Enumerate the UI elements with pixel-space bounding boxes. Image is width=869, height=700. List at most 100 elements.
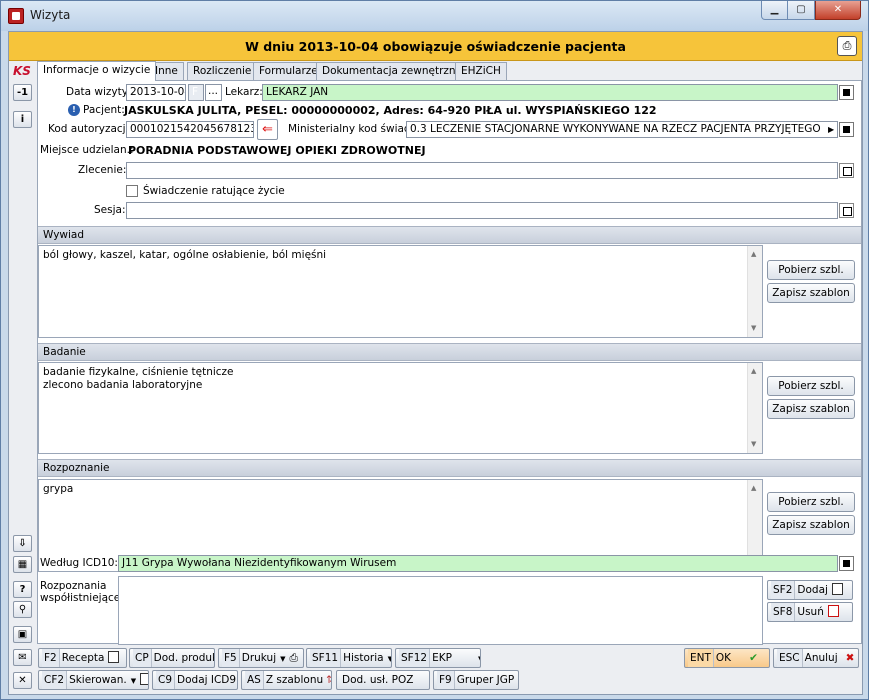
close-window-button[interactable]: ✕ bbox=[815, 1, 861, 20]
tab-settlement[interactable]: Rozliczenie bbox=[187, 62, 258, 80]
doctor-select-button[interactable] bbox=[839, 85, 854, 100]
printer-icon: ⎙ bbox=[289, 652, 298, 664]
info-button[interactable]: i bbox=[13, 111, 32, 128]
ok-button[interactable]: ENT OK ✔ bbox=[684, 648, 770, 668]
cancel-x-icon: ✖ bbox=[845, 652, 855, 664]
patient-value: JASKULSKA JULITA, PESEL: 00000000002, Ad… bbox=[124, 104, 657, 117]
minimize-button[interactable]: ▁ bbox=[761, 1, 788, 20]
doctor-input[interactable]: LEKARZ JAN bbox=[262, 84, 838, 101]
referral-label: Skierowan. bbox=[69, 674, 127, 686]
print-dropdown-button[interactable]: F5 Drukuj ▼ ⎙ bbox=[218, 648, 304, 668]
interview-text: ból głowy, kaszel, katar, ogólne osłabie… bbox=[43, 249, 327, 261]
maximize-button[interactable]: ▢ bbox=[787, 1, 815, 20]
auth-code-label: Kod autoryzacji: bbox=[48, 123, 133, 135]
ekp-label: EKP bbox=[432, 652, 452, 664]
interview-textarea[interactable]: ból głowy, kaszel, katar, ogólne osłabie… bbox=[38, 245, 763, 338]
auth-code-input[interactable]: 00010215420456781234 bbox=[126, 121, 254, 138]
codiag-label-2: współistniejące: bbox=[40, 592, 124, 604]
prescription-icon bbox=[108, 651, 120, 663]
codiag-list[interactable] bbox=[118, 576, 763, 645]
from-template-key: AS bbox=[245, 671, 264, 689]
sort-icon: ⇅ bbox=[326, 674, 331, 686]
diagnosis-save-template-button[interactable]: Zapisz szablon bbox=[767, 515, 855, 535]
app-icon bbox=[8, 8, 24, 24]
interview-scrollbar[interactable] bbox=[747, 246, 762, 337]
doctor-label: Lekarz: bbox=[225, 86, 263, 98]
date-picker-button[interactable]: F bbox=[188, 84, 204, 101]
visit-date-input[interactable]: 2013-10-04 bbox=[126, 84, 186, 101]
referral-dropdown-button[interactable]: CF2 Skierowan. ▼ bbox=[38, 670, 149, 690]
add-icd9-button[interactable]: C9 Dodaj ICD9 bbox=[152, 670, 238, 690]
patient-label: Pacjent: bbox=[83, 104, 125, 116]
mail-icon[interactable]: ✉ bbox=[13, 649, 32, 666]
interview-save-template-button[interactable]: Zapisz szablon bbox=[767, 283, 855, 303]
exam-scrollbar[interactable] bbox=[747, 363, 762, 453]
interview-header: Wywiad bbox=[38, 226, 861, 244]
tab-forms[interactable]: Formularze bbox=[253, 62, 324, 80]
search-icon[interactable]: ⚲ bbox=[13, 601, 32, 618]
lifesaving-label: Świadczenie ratujące życie bbox=[143, 185, 285, 197]
chevron-right-icon: ▶ bbox=[828, 125, 835, 134]
image-icon[interactable]: ▣ bbox=[13, 626, 32, 643]
lifesaving-checkbox[interactable] bbox=[126, 185, 138, 197]
title-bar[interactable]: Wizyta ▁ ▢ ✕ bbox=[1, 1, 868, 31]
codiag-remove-button[interactable]: SF8 Usuń bbox=[767, 602, 853, 622]
auth-arrow-icon[interactable]: ⇐ bbox=[257, 119, 278, 140]
order-label: Zlecenie: bbox=[78, 164, 127, 176]
info-down-icon[interactable]: ⇩ bbox=[13, 535, 32, 552]
add-poz-service-button[interactable]: Dod. usł. POZ bbox=[336, 670, 430, 690]
exam-save-template-button[interactable]: Zapisz szablon bbox=[767, 399, 855, 419]
ekp-dropdown-button[interactable]: SF12EKP ▼ bbox=[395, 648, 481, 668]
tab-ehzich[interactable]: EHZiCH bbox=[455, 62, 507, 80]
tab-external-docs[interactable]: Dokumentacja zewnętrzna bbox=[316, 62, 468, 80]
add-icd9-label: Dodaj ICD9 bbox=[177, 674, 237, 686]
patient-info-icon[interactable]: ! bbox=[68, 104, 80, 116]
icd10-select-button[interactable] bbox=[839, 556, 854, 571]
ministerial-code-input[interactable]: 0.3 LECZENIE STACJONARNE WYKONYWANE NA R… bbox=[406, 121, 838, 138]
from-template-button[interactable]: ASZ szablonu⇅ bbox=[241, 670, 332, 690]
ministerial-select-button[interactable] bbox=[839, 122, 854, 137]
prescription-key: F2 bbox=[42, 649, 60, 667]
order-input[interactable] bbox=[126, 162, 838, 179]
chevron-down-icon: ▼ bbox=[130, 677, 137, 685]
cancel-button[interactable]: ESC Anuluj ✖ bbox=[773, 648, 859, 668]
history-label: Historia bbox=[343, 652, 384, 664]
gruper-key: F9 bbox=[437, 671, 455, 689]
ok-key: ENT bbox=[688, 649, 714, 667]
session-input[interactable] bbox=[126, 202, 838, 219]
close-icon[interactable]: ✕ bbox=[13, 672, 32, 689]
banner-text: W dniu 2013-10-04 obowiązuje oświadczeni… bbox=[245, 39, 626, 54]
minus-one-button[interactable]: -1 bbox=[13, 84, 32, 101]
codiag-add-button[interactable]: SF2 Dodaj bbox=[767, 580, 853, 600]
codiag-remove-label: Usuń bbox=[797, 606, 824, 618]
help-button[interactable]: ? bbox=[13, 581, 32, 598]
add-product-button[interactable]: CPDod. produkt bbox=[129, 648, 215, 668]
diagnosis-get-template-button[interactable]: Pobierz szbl. bbox=[767, 492, 855, 512]
session-select-button[interactable] bbox=[839, 203, 854, 218]
order-select-button[interactable] bbox=[839, 163, 854, 178]
prescription-button[interactable]: F2 Recepta bbox=[38, 648, 127, 668]
icd10-label: Według ICD10: bbox=[40, 557, 118, 569]
chevron-down-icon: ▼ bbox=[478, 655, 480, 663]
codiag-add-label: Dodaj bbox=[797, 584, 828, 596]
codiag-add-key: SF2 bbox=[771, 581, 796, 599]
exam-textarea[interactable]: badanie fizykalne, ciśnienie tętnicze zl… bbox=[38, 362, 763, 454]
print-label: Drukuj bbox=[241, 652, 277, 664]
ekp-key: SF12 bbox=[399, 649, 431, 667]
calculator-icon[interactable]: ▦ bbox=[13, 556, 32, 573]
history-dropdown-button[interactable]: SF11Historia ▼ bbox=[306, 648, 392, 668]
exam-get-template-button[interactable]: Pobierz szbl. bbox=[767, 376, 855, 396]
codiag-remove-key: SF8 bbox=[771, 603, 796, 621]
date-ellipsis-button[interactable]: ... bbox=[205, 84, 222, 101]
from-template-label: Z szablonu bbox=[265, 674, 324, 686]
window: Wizyta ▁ ▢ ✕ W dniu 2013-10-04 obowiązuj… bbox=[0, 0, 869, 700]
history-key: SF11 bbox=[310, 649, 342, 667]
printer-icon[interactable]: ⎙ bbox=[837, 36, 857, 56]
icd10-input[interactable]: J11 Grypa Wywołana Niezidentyfikowanym W… bbox=[118, 555, 838, 572]
interview-get-template-button[interactable]: Pobierz szbl. bbox=[767, 260, 855, 280]
declaration-banner: W dniu 2013-10-04 obowiązuje oświadczeni… bbox=[9, 32, 862, 61]
chevron-down-icon: ▼ bbox=[388, 655, 391, 663]
gruper-jgp-button[interactable]: F9 Gruper JGP bbox=[433, 670, 519, 690]
tab-visit-info[interactable]: Informacje o wizycie bbox=[37, 61, 157, 81]
exam-line-2: zlecono badania laboratoryjne bbox=[43, 379, 203, 391]
